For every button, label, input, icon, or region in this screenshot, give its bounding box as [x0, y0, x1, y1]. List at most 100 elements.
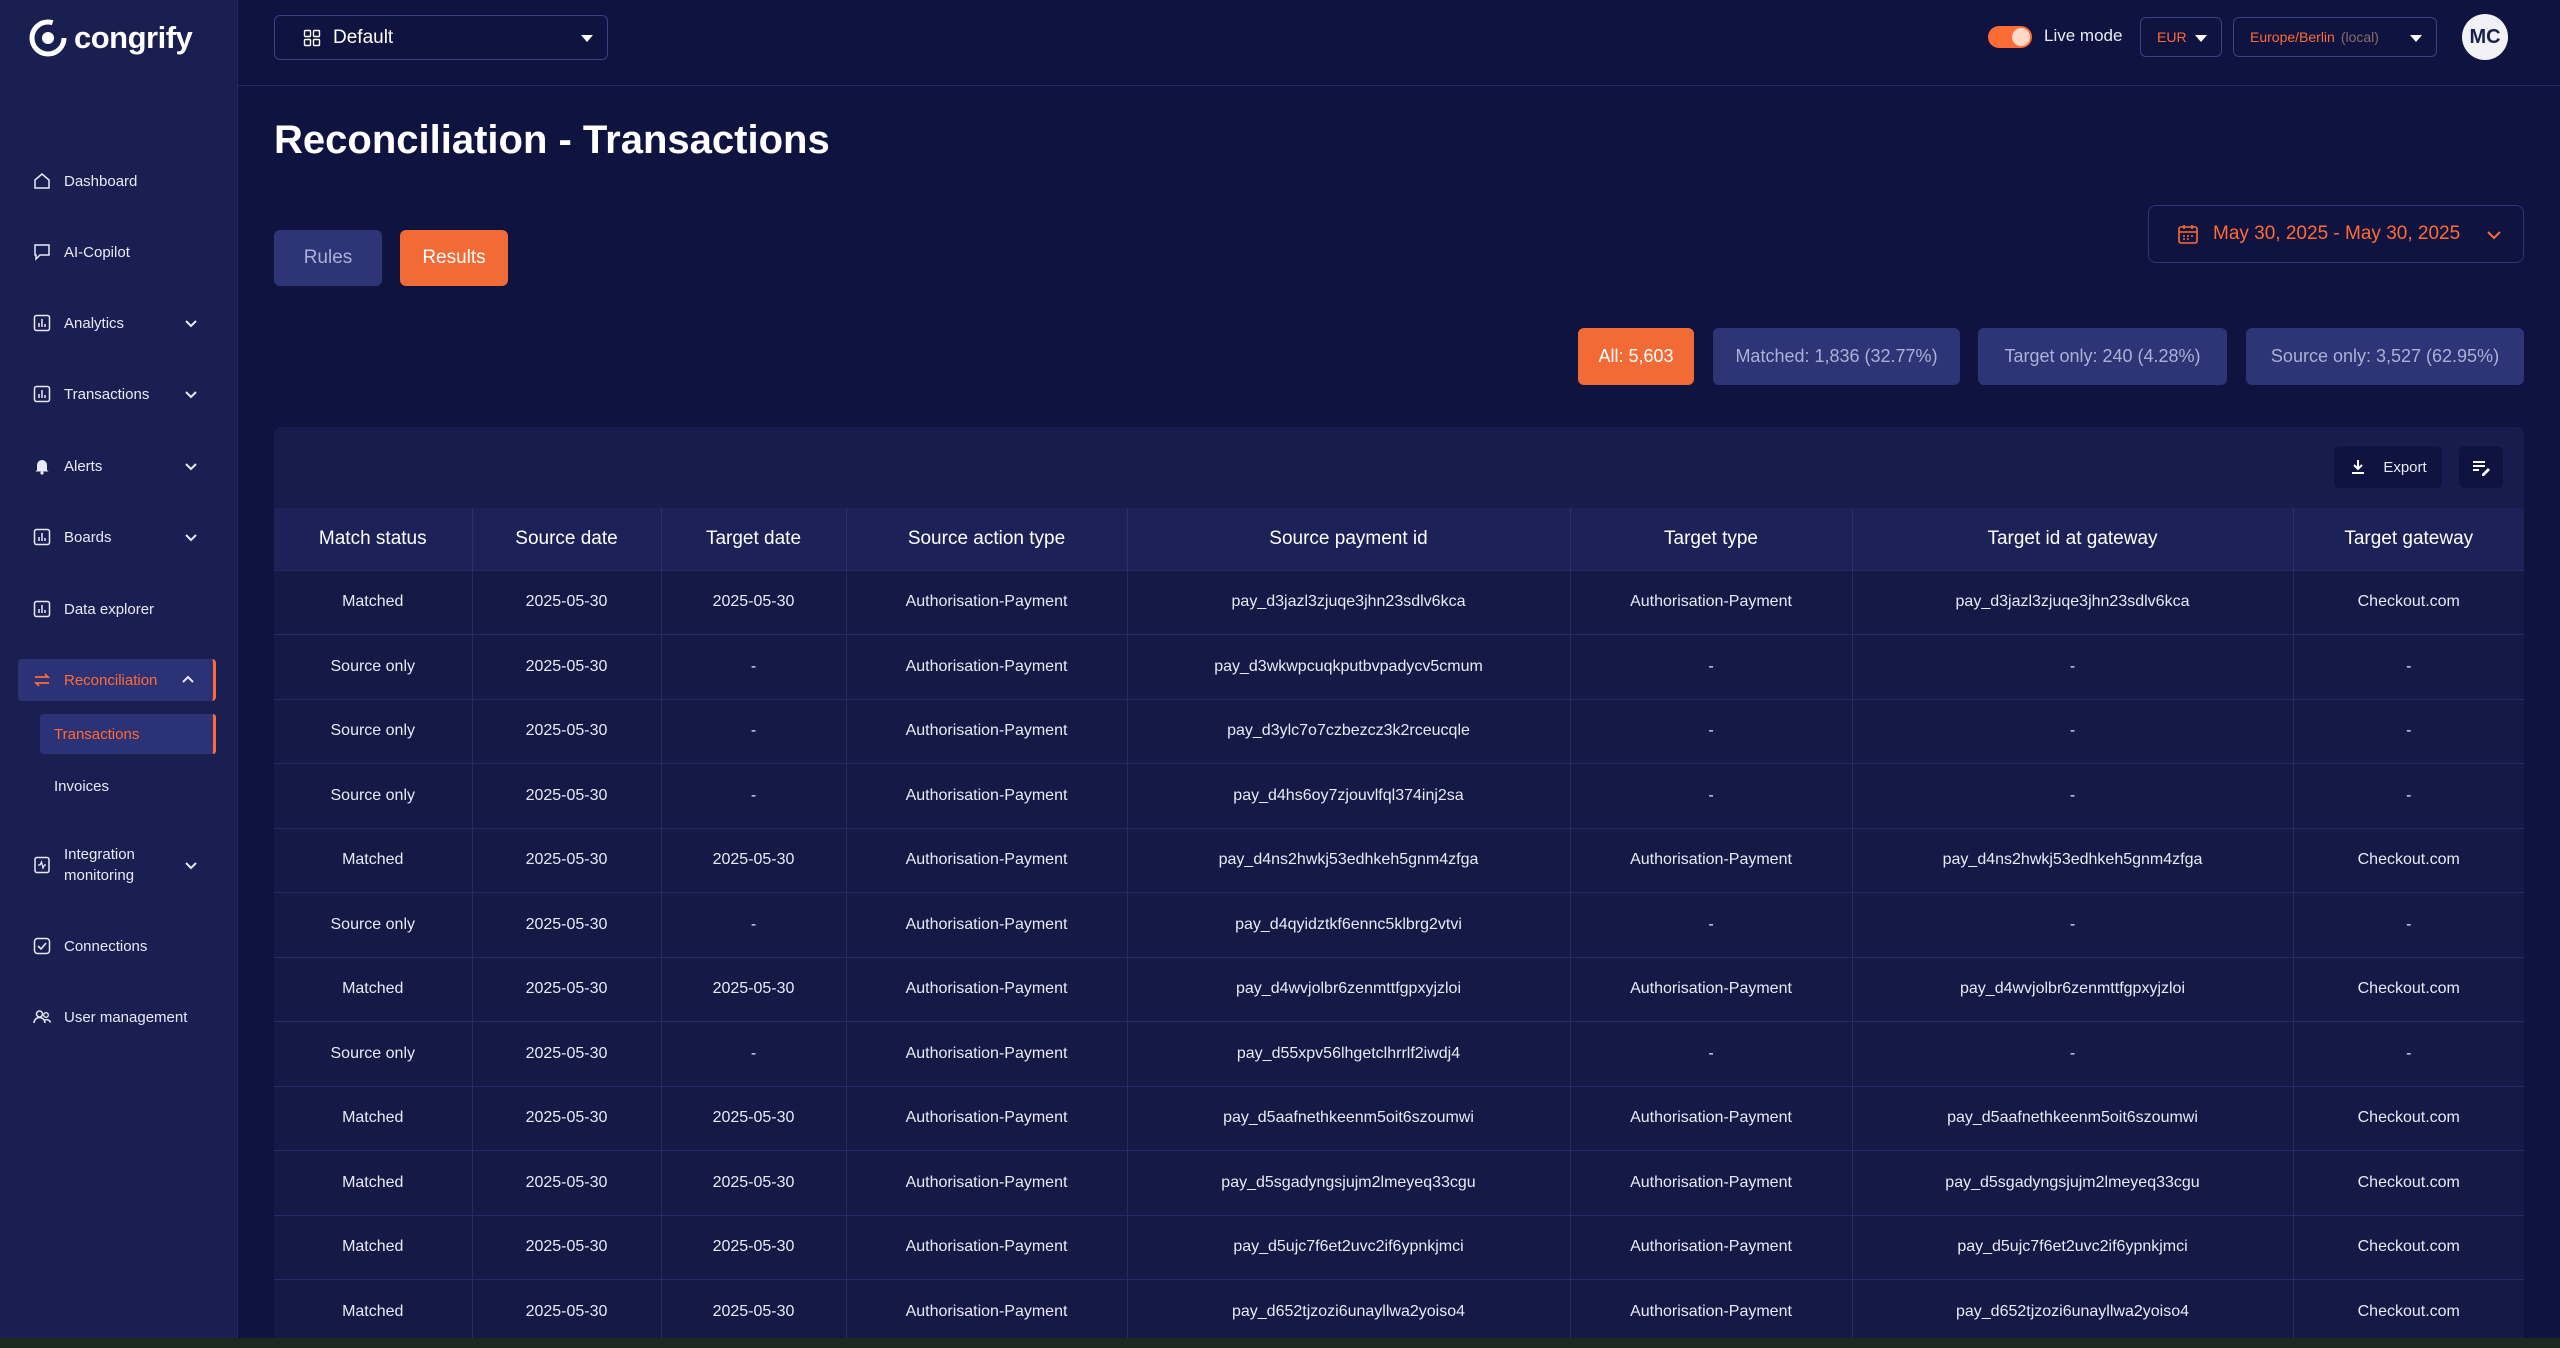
table-row[interactable]: Matched 2025-05-30 2025-05-30 Authorisation… — [274, 1150, 2524, 1215]
sidebar-item-boards[interactable]: Boards — [18, 516, 216, 558]
sidebar-item-label: Dashboard — [64, 172, 138, 190]
sidebar-item-reconciliation[interactable]: Reconciliation — [18, 659, 216, 701]
caret-down-icon — [2195, 35, 2207, 42]
table-cell: - — [2293, 763, 2524, 828]
live-mode-label: Live mode — [2044, 26, 2123, 45]
table-cell: 2025-05-30 — [472, 1214, 662, 1280]
column-settings-button[interactable] — [2459, 446, 2503, 488]
table-cell: 2025-05-30 — [472, 1021, 662, 1086]
table-row[interactable]: Source only 2025-05-30- Authorisation-Paym… — [274, 763, 2524, 828]
sidebar-item-label: Connections — [64, 937, 148, 955]
chart-icon — [33, 385, 51, 403]
table-row[interactable]: Matched 2025-05-30 2025-05-30 Authorisation… — [274, 1214, 2524, 1280]
sidebar-item-alerts[interactable]: Alerts — [18, 445, 216, 487]
chart-icon — [33, 528, 51, 546]
sidebar-item-data-explorer[interactable]: Data explorer — [18, 588, 216, 630]
column-header-target-type[interactable]: Target type — [1570, 508, 1853, 570]
table-row[interactable]: Matched 2025-05-30 2025-05-30 Authorisation… — [274, 956, 2524, 1022]
timezone-select[interactable]: Europe/Berlin (local) — [2233, 17, 2437, 57]
table-row[interactable]: Source only 2025-05-30- Authorisation-Paym… — [274, 1021, 2524, 1086]
column-header-target-date[interactable]: Target date — [661, 508, 847, 570]
column-header-source-payment-id[interactable]: Source payment id — [1127, 508, 1571, 570]
filter-source-only[interactable]: Source only: 3,527 (62.95%) — [2246, 328, 2524, 385]
table-cell: Authorisation-Payment — [1570, 956, 1853, 1022]
sidebar-item-label: User management — [64, 1008, 188, 1026]
sidebar-item-transactions[interactable]: Transactions — [18, 373, 216, 415]
table-cell: - — [2293, 1021, 2524, 1086]
topbar-divider — [238, 85, 2560, 86]
table-cell: pay_d5sgadyngsjujm2lmeyeq33cgu — [1127, 1150, 1571, 1215]
bell-icon — [35, 460, 49, 475]
table-header-row: Match status Source date Target date Sou… — [274, 508, 2524, 570]
column-header-match-status[interactable]: Match status — [274, 508, 473, 570]
table-row[interactable]: Matched 2025-05-30 2025-05-30 Authorisation… — [274, 1279, 2524, 1344]
sidebar-item-user-management[interactable]: User management — [18, 996, 216, 1038]
table-cell: Source only — [274, 763, 473, 828]
sidebar: congrify Dashboard AI-Copilot Analytics … — [0, 0, 238, 1348]
home-icon — [34, 173, 50, 189]
table-cell: Authorisation-Payment — [1570, 1150, 1853, 1215]
table-cell: Authorisation-Payment — [846, 892, 1128, 957]
live-mode-toggle[interactable] — [1988, 26, 2032, 48]
table-cell: Authorisation-Payment — [846, 827, 1128, 893]
table-cell: Authorisation-Payment — [846, 763, 1128, 828]
table-cell: pay_d652tjzozi6unayllwa2yoiso4 — [1852, 1279, 2294, 1344]
sidebar-item-connections[interactable]: Connections — [18, 925, 216, 967]
table-cell: Authorisation-Payment — [846, 1021, 1128, 1086]
table-cell: 2025-05-30 — [661, 827, 847, 893]
table-row[interactable]: Source only 2025-05-30- Authorisation-Paym… — [274, 634, 2524, 699]
brand-logo[interactable]: congrify — [28, 18, 193, 58]
table-cell: - — [1570, 1021, 1853, 1086]
sidebar-subitem-invoices[interactable]: Invoices — [40, 766, 216, 806]
table-cell: - — [661, 634, 847, 699]
table-cell: Checkout.com — [2293, 1085, 2524, 1151]
table-row[interactable]: Matched 2025-05-30 2025-05-30 Authorisation… — [274, 1085, 2524, 1151]
filter-matched[interactable]: Matched: 1,836 (32.77%) — [1713, 328, 1960, 385]
column-header-source-date[interactable]: Source date — [472, 508, 662, 570]
table-cell: Authorisation-Payment — [846, 634, 1128, 699]
table-cell: 2025-05-30 — [661, 1214, 847, 1280]
export-label: Export — [2383, 458, 2427, 476]
avatar[interactable]: MC — [2462, 14, 2508, 60]
table-row[interactable]: Source only 2025-05-30- Authorisation-Paym… — [274, 892, 2524, 957]
date-range-picker[interactable]: May 30, 2025 - May 30, 2025 — [2148, 205, 2524, 263]
sidebar-item-integration-monitoring[interactable]: Integration monitoring — [18, 838, 216, 892]
table-cell: - — [2293, 634, 2524, 699]
filter-target-only[interactable]: Target only: 240 (4.28%) — [1978, 328, 2227, 385]
filter-all[interactable]: All: 5,603 — [1578, 328, 1694, 385]
currency-select[interactable]: EUR — [2140, 17, 2222, 57]
table-cell: pay_d4qyidztkf6ennc5klbrg2vtvi — [1127, 892, 1571, 957]
chat-icon — [34, 244, 50, 261]
sidebar-item-analytics[interactable]: Analytics — [18, 302, 216, 344]
table-cell: Authorisation-Payment — [846, 569, 1128, 635]
board-select[interactable]: Default — [274, 15, 608, 60]
table-cell: Source only — [274, 634, 473, 699]
sidebar-item-label: Alerts — [64, 457, 103, 475]
sidebar-item-ai-copilot[interactable]: AI-Copilot — [18, 231, 216, 273]
table-cell: - — [1570, 698, 1853, 764]
sidebar-subitem-transactions[interactable]: Transactions — [40, 714, 216, 754]
window-bottom-edge — [0, 1338, 2560, 1348]
sidebar-item-dashboard[interactable]: Dashboard — [18, 160, 216, 202]
table-cell: Checkout.com — [2293, 1279, 2524, 1344]
table-cell: 2025-05-30 — [661, 1085, 847, 1151]
column-header-source-action-type[interactable]: Source action type — [846, 508, 1128, 570]
tab-rules[interactable]: Rules — [274, 230, 382, 286]
table-cell: - — [2293, 698, 2524, 764]
table-cell: 2025-05-30 — [661, 569, 847, 635]
table-row[interactable]: Source only 2025-05-30- Authorisation-Paym… — [274, 698, 2524, 764]
column-header-target-id-at-gateway[interactable]: Target id at gateway — [1852, 508, 2294, 570]
table-row[interactable]: Matched 2025-05-30 2025-05-30 Authorisation… — [274, 827, 2524, 893]
tab-results[interactable]: Results — [400, 230, 508, 286]
table-cell: 2025-05-30 — [472, 827, 662, 893]
table-row[interactable]: Matched 2025-05-30 2025-05-30 Authorisation… — [274, 569, 2524, 635]
table-cell: pay_d5sgadyngsjujm2lmeyeq33cgu — [1852, 1150, 2294, 1215]
table-cell: - — [2293, 892, 2524, 957]
table-cell: Matched — [274, 569, 473, 635]
export-button[interactable]: Export — [2334, 446, 2442, 488]
table-cell: Checkout.com — [2293, 1150, 2524, 1215]
table-cell: pay_d5ujc7f6et2uvc2if6ypnkjmci — [1852, 1214, 2294, 1280]
column-header-target-gateway[interactable]: Target gateway — [2293, 508, 2524, 570]
sidebar-item-label: Transactions — [64, 385, 150, 403]
table-cell: Matched — [274, 827, 473, 893]
